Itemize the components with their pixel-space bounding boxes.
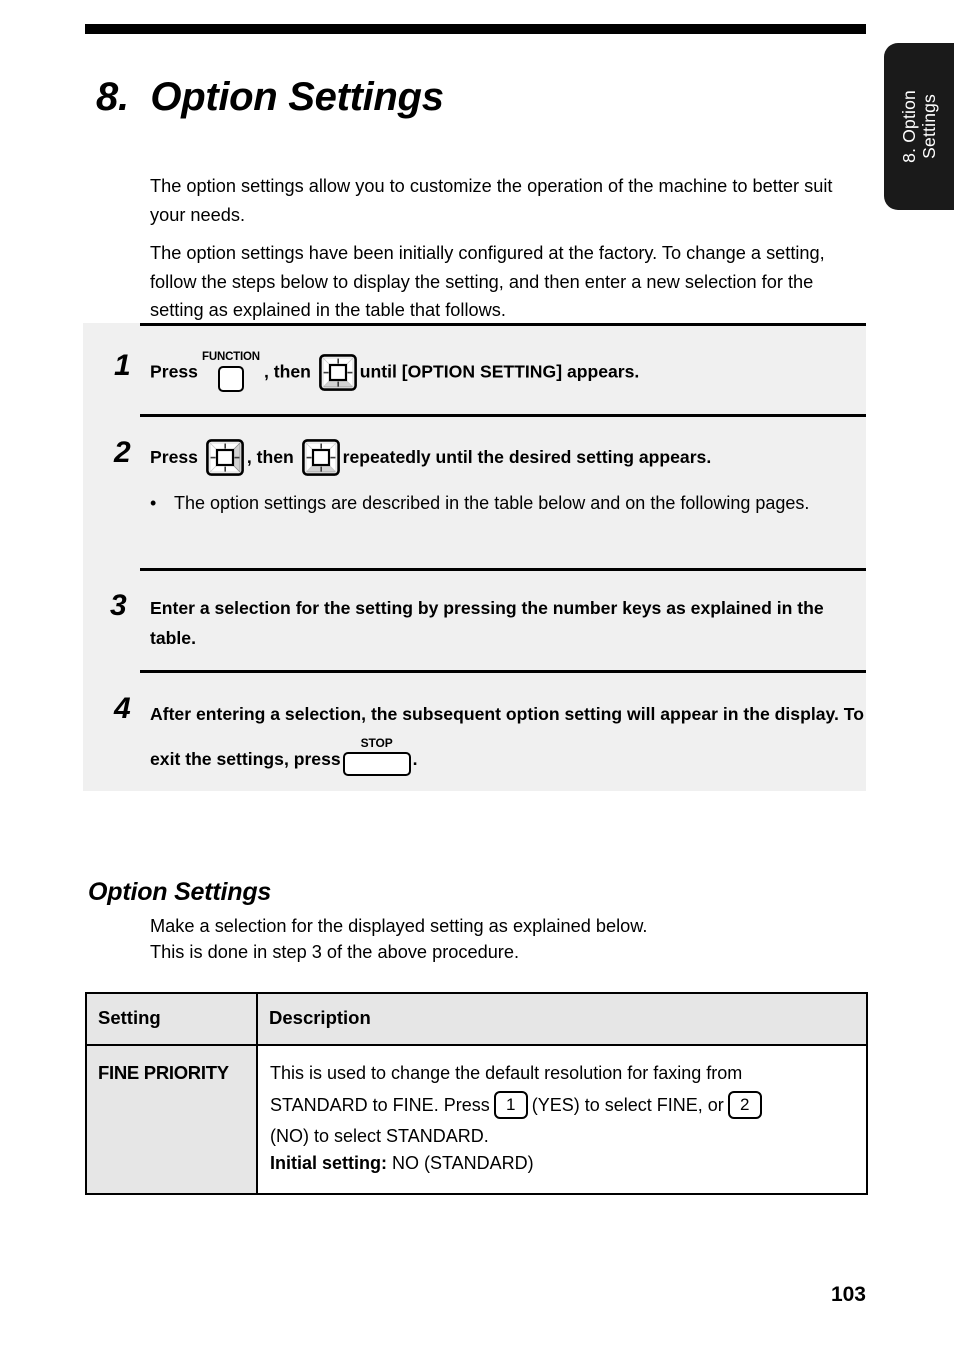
step-1-text-after: until [OPTION SETTING] appears. <box>359 361 640 382</box>
step-1-text-middle: , then <box>263 361 311 382</box>
table-header-row: Setting Description <box>85 992 868 1046</box>
step-number-1: 1 <box>114 349 131 382</box>
intro-paragraph-2: The option settings have been initially … <box>150 243 825 321</box>
step-1-text-before: Press <box>150 361 198 382</box>
initial-setting-value: NO (STANDARD) <box>387 1153 534 1173</box>
stop-key-icon[interactable]: STOP <box>342 737 411 781</box>
number-key-1-label: 1 <box>493 1091 528 1120</box>
step-divider-3-4 <box>140 670 866 673</box>
number-key-2-label: 2 <box>727 1091 762 1120</box>
step-divider-2-3 <box>140 568 866 571</box>
step-3-text: Enter a selection for the setting by pre… <box>150 598 824 648</box>
option-settings-table: Setting Description FINE PRIORITY This i… <box>85 992 868 1195</box>
step-number-2: 2 <box>114 436 131 469</box>
table-header-setting: Setting <box>85 992 258 1046</box>
arrow-key-icon-plain[interactable] <box>318 353 357 391</box>
step-2-note-text: The option settings are described in the… <box>174 493 810 513</box>
page-title: 8. Option Settings <box>96 74 444 119</box>
step-4-text: After entering a selection, the subseque… <box>150 692 866 782</box>
intro-paragraph-1: The option settings allow you to customi… <box>150 176 833 225</box>
step-4-line-1: After entering a selection, the subseque… <box>150 704 739 724</box>
stop-key-label: STOP <box>360 736 393 751</box>
section-lead-line-2: This is done in step 3 of the above proc… <box>150 942 520 962</box>
step-2-note: • The option settings are described in t… <box>150 489 860 517</box>
step-divider-top <box>140 323 866 326</box>
description-line-1: This is used to change the default resol… <box>270 1063 743 1083</box>
arrow-key-icon-down[interactable] <box>301 439 340 476</box>
top-rule-bar <box>85 24 866 34</box>
function-key-box <box>217 366 244 392</box>
chapter-side-tab-label: 8. Option Settings <box>899 90 939 163</box>
number-key-2-icon[interactable]: 2 <box>727 1091 762 1120</box>
step-1-text: Press FUNCTION , then until [OPTION SETT… <box>150 351 866 395</box>
function-key-icon[interactable]: FUNCTION <box>199 351 263 395</box>
step-2-text-after: repeatedly until the desired setting app… <box>342 447 712 468</box>
function-key-label: FUNCTION <box>202 351 260 363</box>
chapter-side-tab-inner: 8. Option Settings <box>884 43 954 210</box>
step-2-text: Press , then repeatedly until the desire… <box>150 439 866 477</box>
step-divider-1-2 <box>140 414 866 417</box>
arrow-key-icon-right[interactable] <box>205 439 244 476</box>
step-number-4: 4 <box>114 692 131 725</box>
stop-key-box <box>342 752 411 777</box>
table-header-description: Description <box>256 992 868 1046</box>
step-2-text-before: Press <box>150 447 198 468</box>
step-2-text-middle: , then <box>246 447 294 468</box>
description-line-2-b: (YES) to select FINE, or <box>531 1095 724 1115</box>
description-line-3: (NO) to select STANDARD. <box>270 1126 489 1146</box>
chapter-side-tab: 8. Option Settings <box>884 43 954 210</box>
step-4-line-2-after: . <box>412 749 418 769</box>
page-number: 103 <box>830 1283 866 1306</box>
description-line-2: STANDARD to FINE. Press 1 (YES) to selec… <box>270 1087 856 1123</box>
bullet-icon: • <box>150 493 157 513</box>
section-heading: Option Settings <box>88 877 272 906</box>
number-key-1-icon[interactable]: 1 <box>493 1091 528 1120</box>
table-row: FINE PRIORITY This is used to change the… <box>85 1044 868 1195</box>
procedure-steps-panel: 1 Press FUNCTION , then until [OPTION SE… <box>83 323 866 791</box>
step-number-3: 3 <box>110 589 127 622</box>
initial-setting-label: Initial setting: <box>270 1153 387 1173</box>
table-cell-description: This is used to change the default resol… <box>256 1044 868 1195</box>
section-lead-text: Make a selection for the displayed setti… <box>150 913 850 965</box>
section-lead-line-1: Make a selection for the displayed setti… <box>150 916 648 936</box>
description-initial-setting: Initial setting: NO (STANDARD) <box>270 1150 856 1177</box>
table-cell-setting-name: FINE PRIORITY <box>85 1044 258 1195</box>
description-line-2-a: STANDARD to FINE. Press <box>270 1095 490 1115</box>
